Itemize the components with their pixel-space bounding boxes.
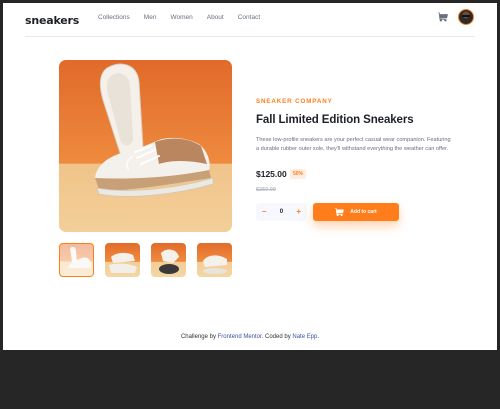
company-label: SNEAKER COMPANY — [256, 98, 333, 105]
frontend-mentor-link[interactable]: Frontend Mentor — [218, 334, 262, 340]
footer-middle: . Coded by — [261, 334, 293, 340]
discount-badge: 50% — [290, 169, 307, 179]
thumbnail-1[interactable] — [59, 243, 94, 277]
author-link[interactable]: Nate Epp — [292, 334, 317, 340]
quantity-value: 0 — [279, 209, 284, 215]
current-price: $125.00 — [256, 169, 287, 179]
quantity-stepper: – 0 + — [256, 203, 307, 221]
add-to-cart-button[interactable]: Add to cart — [313, 203, 399, 221]
thumbnail-strip — [59, 243, 232, 277]
footer-prefix: Challenge by — [180, 334, 218, 340]
thumbnail-4[interactable] — [197, 243, 232, 277]
cart-button-icon — [335, 208, 345, 216]
nav-about[interactable]: About — [207, 14, 224, 22]
page: sneakers Collections Men Women About Con… — [3, 3, 497, 350]
nav-collections[interactable]: Collections — [98, 14, 130, 22]
thumbnail-3[interactable] — [151, 243, 186, 277]
nav-women[interactable]: Women — [170, 14, 192, 22]
avatar[interactable] — [458, 9, 474, 25]
footer-suffix: . — [317, 334, 320, 340]
thumbnail-2[interactable] — [105, 243, 140, 277]
product-main-image[interactable] — [59, 60, 232, 232]
logo[interactable]: sneakers — [25, 14, 79, 27]
header-divider — [25, 36, 475, 37]
decrease-quantity-button[interactable]: – — [262, 208, 266, 216]
nav-contact[interactable]: Contact — [238, 14, 260, 22]
attribution-footer: Challenge by Frontend Mentor. Coded by N… — [3, 334, 497, 340]
product-description: These low-profile sneakers are your perf… — [256, 137, 451, 152]
original-price: $250.00 — [256, 187, 276, 193]
main-nav: Collections Men Women About Contact — [98, 14, 274, 22]
cart-icon[interactable] — [438, 12, 448, 22]
product-title: Fall Limited Edition Sneakers — [256, 114, 414, 126]
add-to-cart-label: Add to cart — [350, 209, 377, 215]
nav-men[interactable]: Men — [144, 14, 157, 22]
sneaker-illustration — [95, 63, 214, 197]
increase-quantity-button[interactable]: + — [296, 208, 301, 216]
